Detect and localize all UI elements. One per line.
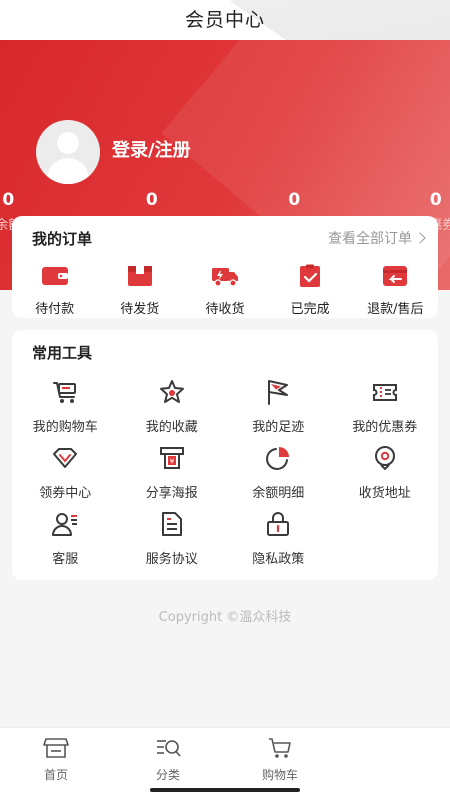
tools-grid: 我的购物车 我的收藏 我的足迹 我的优惠券 领券中心 ¥ 分享海报 余额明细 收… bbox=[12, 378, 438, 576]
order-label: 待收货 bbox=[205, 302, 245, 317]
tool-label: 我的足迹 bbox=[252, 420, 305, 435]
tool-address[interactable]: 收货地址 bbox=[332, 444, 439, 510]
stat-value: 0 bbox=[145, 190, 158, 210]
tool-customer-service[interactable]: 客服 bbox=[12, 510, 119, 576]
tab-bar-fade bbox=[300, 728, 450, 800]
document-icon bbox=[161, 512, 182, 536]
stat-value: 0 bbox=[429, 190, 442, 210]
order-pending-payment[interactable]: 待付款 bbox=[12, 264, 97, 317]
home-indicator[interactable] bbox=[150, 788, 300, 792]
tool-label: 分享海报 bbox=[145, 486, 198, 501]
tools-title: 常用工具 bbox=[32, 344, 93, 362]
order-label: 待付款 bbox=[35, 302, 75, 317]
orders-card: 我的订单 查看全部订单 待付款 待发货 待收货 已完成 退款/售后 bbox=[12, 216, 438, 318]
tool-my-coupons[interactable]: 我的优惠券 bbox=[332, 378, 439, 444]
tool-share-poster[interactable]: ¥ 分享海报 bbox=[119, 444, 226, 510]
order-label: 待发货 bbox=[120, 302, 160, 317]
view-all-label: 查看全部订单 bbox=[328, 231, 412, 247]
tool-label: 客服 bbox=[52, 552, 79, 567]
tool-balance-detail[interactable]: 余额明细 bbox=[225, 444, 332, 510]
location-icon bbox=[374, 446, 395, 471]
view-all-orders-link[interactable]: 查看全部订单 bbox=[328, 228, 426, 248]
avatar-body bbox=[47, 158, 89, 184]
order-status-row: 待付款 待发货 待收货 已完成 退款/售后 bbox=[12, 264, 438, 317]
tool-label: 我的收藏 bbox=[145, 420, 198, 435]
tool-label: 余额明细 bbox=[252, 486, 305, 501]
tool-coupon-center[interactable]: 领券中心 bbox=[12, 444, 119, 510]
category-search-icon bbox=[157, 740, 181, 757]
tool-label: 我的购物车 bbox=[32, 420, 98, 435]
stat-value: 0 bbox=[2, 190, 15, 210]
top-bar: 会员中心 bbox=[0, 0, 450, 40]
orders-title: 我的订单 bbox=[32, 230, 93, 248]
wallet-icon bbox=[41, 267, 68, 285]
truck-icon bbox=[211, 268, 238, 287]
tool-label: 我的优惠券 bbox=[352, 420, 418, 435]
page-title: 会员中心 bbox=[184, 9, 265, 31]
login-register-link[interactable]: 登录/注册 bbox=[112, 136, 191, 162]
tool-label: 收货地址 bbox=[358, 486, 411, 501]
tool-favorites[interactable]: 我的收藏 bbox=[119, 378, 226, 444]
tools-row: 客服 服务协议 隐私政策 bbox=[12, 510, 438, 576]
tool-service-agreement[interactable]: 服务协议 bbox=[119, 510, 226, 576]
tool-label: 服务协议 bbox=[145, 552, 198, 567]
tool-privacy-policy[interactable]: 隐私政策 bbox=[225, 510, 332, 576]
tool-label: 隐私政策 bbox=[252, 552, 305, 567]
tab-home[interactable]: 首页 bbox=[0, 728, 112, 800]
tools-row: 领券中心 ¥ 分享海报 余额明细 收货地址 bbox=[12, 444, 438, 510]
flag-icon bbox=[268, 380, 289, 405]
store-icon bbox=[43, 738, 69, 758]
order-completed[interactable]: 已完成 bbox=[268, 264, 353, 317]
box-icon bbox=[127, 266, 152, 286]
cart-icon bbox=[53, 382, 77, 403]
customer-service-icon bbox=[52, 513, 78, 536]
order-refund[interactable]: 退款/售后 bbox=[353, 264, 438, 317]
tools-card: 常用工具 我的购物车 我的收藏 我的足迹 我的优惠券 领券中心 ¥ 分享海报 余… bbox=[12, 330, 438, 580]
lock-icon bbox=[267, 512, 290, 536]
avatar-head bbox=[57, 132, 79, 154]
tool-label: 领券中心 bbox=[39, 486, 92, 501]
poster-icon: ¥ bbox=[159, 447, 184, 469]
tools-row: 我的购物车 我的收藏 我的足迹 我的优惠券 bbox=[12, 378, 438, 444]
clipboard-check-icon bbox=[300, 264, 321, 287]
order-pending-receipt[interactable]: 待收货 bbox=[182, 264, 267, 317]
order-label: 已完成 bbox=[290, 302, 330, 317]
svg-text:¥: ¥ bbox=[170, 458, 175, 466]
avatar[interactable] bbox=[36, 120, 100, 184]
order-pending-shipment[interactable]: 待发货 bbox=[97, 264, 182, 317]
diamond-icon bbox=[53, 448, 78, 468]
tool-footprints[interactable]: 我的足迹 bbox=[225, 378, 332, 444]
tab-label: 分类 bbox=[155, 768, 180, 782]
star-icon bbox=[159, 380, 184, 403]
ticket-icon bbox=[372, 384, 397, 401]
stat-value: 0 bbox=[288, 190, 301, 210]
chevron-right-icon bbox=[414, 232, 426, 244]
bottom-tab-bar: 首页 分类 购物车 bbox=[0, 727, 450, 800]
copyright-text: Copyright ©温众科技 bbox=[158, 610, 292, 625]
order-label: 退款/售后 bbox=[367, 302, 424, 317]
pie-icon bbox=[266, 447, 290, 470]
refund-icon bbox=[383, 266, 408, 286]
tool-my-cart[interactable]: 我的购物车 bbox=[12, 378, 119, 444]
cart-icon bbox=[269, 738, 291, 758]
tab-label: 首页 bbox=[43, 768, 68, 782]
